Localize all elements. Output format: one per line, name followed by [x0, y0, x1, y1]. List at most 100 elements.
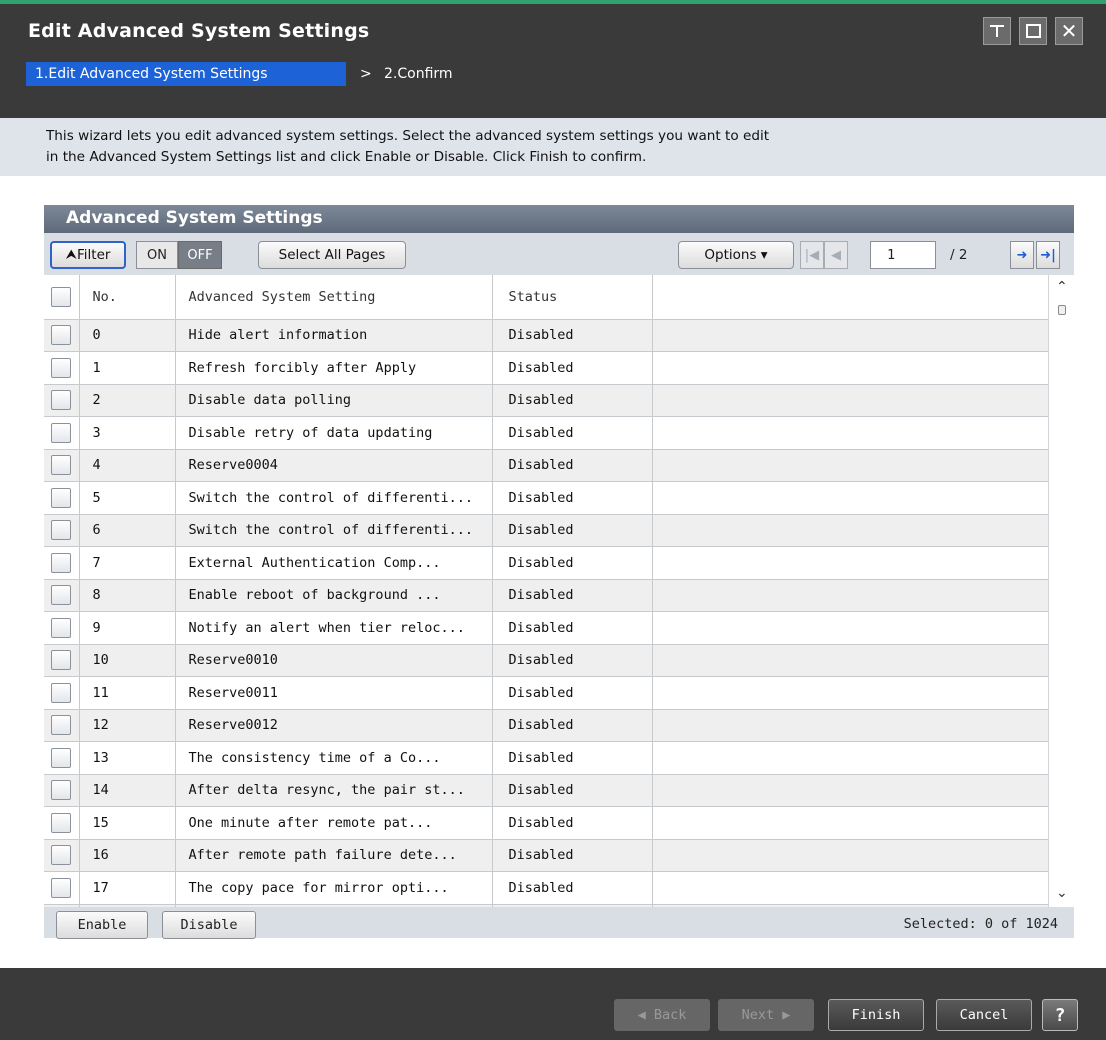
- row-checkbox[interactable]: [51, 487, 72, 508]
- row-checkbox[interactable]: [51, 390, 72, 411]
- column-header-no[interactable]: No.: [79, 275, 176, 320]
- row-checkbox[interactable]: [51, 780, 72, 801]
- options-dropdown[interactable]: Options ▾: [678, 241, 794, 269]
- table-row[interactable]: 17 The copy pace for mirror opti... Disabl…: [44, 871, 1049, 905]
- table-row[interactable]: 16 After remote path failure dete... Disab…: [44, 839, 1049, 872]
- table-row[interactable]: 5 Switch the control of differenti... Disa…: [44, 481, 1049, 515]
- row-setting-name: One minute after remote pat...: [175, 806, 493, 840]
- back-button[interactable]: ◀ Back: [614, 999, 710, 1031]
- row-checkbox[interactable]: [51, 812, 72, 833]
- table-row[interactable]: 13 The consistency time of a Co... Disable…: [44, 741, 1049, 775]
- column-header-status[interactable]: Status: [492, 275, 653, 320]
- table-row[interactable]: 14 After delta resync, the pair st... Disa…: [44, 774, 1049, 807]
- row-setting-name: The copy pace for mirror opti...: [175, 871, 493, 905]
- row-setting-name: Refresh forcibly after Apply: [175, 351, 493, 385]
- table-row[interactable]: 4 Reserve0004 Disabled: [44, 449, 1049, 482]
- row-number: 9: [79, 611, 176, 645]
- table-row[interactable]: 1 Refresh forcibly after Apply Disabled: [44, 351, 1049, 385]
- cancel-button[interactable]: Cancel: [936, 999, 1032, 1031]
- row-checkbox[interactable]: [51, 357, 72, 378]
- maximize-icon: [1025, 24, 1041, 38]
- instructions-line-1: This wizard lets you edit advanced syste…: [46, 128, 770, 144]
- row-status: Disabled: [492, 871, 653, 905]
- row-checkbox-cell: [44, 611, 80, 645]
- row-checkbox[interactable]: [51, 325, 72, 346]
- table-row[interactable]: 12 Reserve0012 Disabled: [44, 709, 1049, 742]
- row-checkbox[interactable]: [51, 715, 72, 736]
- row-status: Disabled: [492, 774, 653, 807]
- next-button[interactable]: Next ▶: [718, 999, 814, 1031]
- table-row[interactable]: 15 One minute after remote pat... Disabled: [44, 806, 1049, 840]
- table-row[interactable]: 6 Switch the control of differenti... Disa…: [44, 514, 1049, 547]
- row-checkbox-cell: [44, 514, 80, 547]
- row-checkbox[interactable]: [51, 845, 72, 866]
- row-filler: [652, 481, 1049, 515]
- row-checkbox-cell: [44, 384, 80, 417]
- row-checkbox[interactable]: [51, 682, 72, 703]
- filter-button[interactable]: ⮝Filter: [50, 241, 126, 269]
- row-number: 6: [79, 514, 176, 547]
- help-button[interactable]: ?: [1042, 999, 1078, 1031]
- table-row[interactable]: 0 Hide alert information Disabled: [44, 319, 1049, 352]
- row-checkbox-cell: [44, 319, 80, 352]
- next-page-icon: ➜: [1016, 247, 1028, 263]
- row-status: Disabled: [492, 839, 653, 872]
- row-setting-name: Notify an alert when tier reloc...: [175, 611, 493, 645]
- filter-on-toggle[interactable]: ON: [136, 241, 178, 269]
- row-checkbox[interactable]: [51, 552, 72, 573]
- previous-page-button[interactable]: ◀: [824, 241, 848, 269]
- table-row[interactable]: 3 Disable retry of data updating Disabled: [44, 416, 1049, 450]
- row-filler: [652, 644, 1049, 677]
- next-page-button[interactable]: ➜: [1010, 241, 1034, 269]
- row-checkbox[interactable]: [51, 422, 72, 443]
- table-row[interactable]: 10 Reserve0010 Disabled: [44, 644, 1049, 677]
- maximize-button[interactable]: [1019, 17, 1047, 45]
- instructions-line-2: in the Advanced System Settings list and…: [46, 149, 647, 165]
- table-row[interactable]: 8 Enable reboot of background ... Disabled: [44, 579, 1049, 612]
- filter-off-toggle[interactable]: OFF: [178, 241, 222, 269]
- last-page-button[interactable]: ➜|: [1036, 241, 1060, 269]
- row-checkbox[interactable]: [51, 747, 72, 768]
- row-checkbox[interactable]: [51, 650, 72, 671]
- finish-button[interactable]: Finish: [828, 999, 924, 1031]
- scroll-down-icon[interactable]: ⌄: [1056, 885, 1068, 901]
- pin-button[interactable]: [983, 17, 1011, 45]
- row-number: 3: [79, 416, 176, 450]
- row-setting-name: External Authentication Comp...: [175, 546, 493, 580]
- table-row[interactable]: 7 External Authentication Comp... Disabled: [44, 546, 1049, 580]
- column-header-setting[interactable]: Advanced System Setting: [175, 275, 493, 320]
- panel-title: Advanced System Settings: [44, 205, 1074, 233]
- table-row[interactable]: 2 Disable data polling Disabled: [44, 384, 1049, 417]
- filter-toggle[interactable]: ON OFF: [136, 241, 230, 269]
- row-checkbox[interactable]: [51, 585, 72, 606]
- select-all-pages-button[interactable]: Select All Pages: [258, 241, 406, 269]
- close-button[interactable]: ✕: [1055, 17, 1083, 45]
- scroll-thumb[interactable]: [1058, 305, 1066, 315]
- table-scrollbar[interactable]: ⌃ ⌄: [1048, 275, 1074, 907]
- previous-page-icon: ◀: [831, 247, 841, 263]
- row-filler: [652, 806, 1049, 840]
- row-checkbox[interactable]: [51, 455, 72, 476]
- row-number: 4: [79, 449, 176, 482]
- row-checkbox[interactable]: [51, 617, 72, 638]
- selection-count: Selected: 0 of 1024: [903, 916, 1058, 932]
- first-page-button[interactable]: |◀: [800, 241, 824, 269]
- row-setting-name: Disable retry of data updating: [175, 416, 493, 450]
- select-all-checkbox[interactable]: [51, 286, 72, 307]
- table-row[interactable]: 11 Reserve0011 Disabled: [44, 676, 1049, 710]
- row-checkbox[interactable]: [51, 877, 72, 898]
- row-filler: [652, 839, 1049, 872]
- row-number: 15: [79, 806, 176, 840]
- table-row[interactable]: 9 Notify an alert when tier reloc... Disab…: [44, 611, 1049, 645]
- row-filler: [652, 871, 1049, 905]
- row-status: Disabled: [492, 449, 653, 482]
- row-setting-name: Enable reboot of background ...: [175, 579, 493, 612]
- row-status: Disabled: [492, 319, 653, 352]
- row-setting-name: Reserve0004: [175, 449, 493, 482]
- row-number: 12: [79, 709, 176, 742]
- disable-button[interactable]: Disable: [162, 911, 256, 939]
- row-checkbox[interactable]: [51, 520, 72, 541]
- page-number-input[interactable]: 1: [870, 241, 936, 269]
- scroll-up-icon[interactable]: ⌃: [1056, 279, 1068, 295]
- enable-button[interactable]: Enable: [56, 911, 148, 939]
